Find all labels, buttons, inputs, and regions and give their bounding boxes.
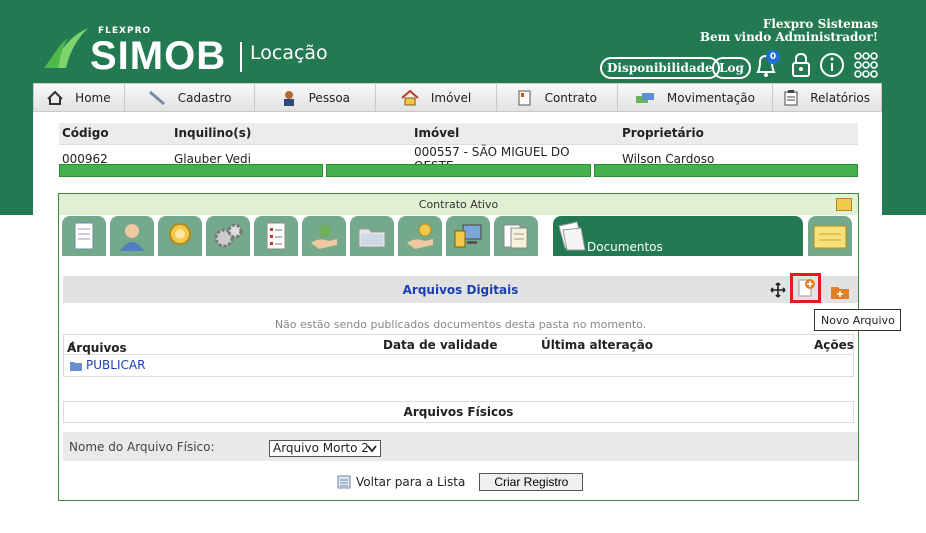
nav-pessoa-label: Pessoa xyxy=(308,90,351,105)
col-inquilino: Inquilino(s) xyxy=(171,123,411,145)
notification-bell-icon[interactable]: 0 xyxy=(752,50,780,80)
digital-files-bar: Arquivos Digitais xyxy=(63,273,858,303)
money-hand-icon xyxy=(311,225,337,249)
gears-icon xyxy=(214,223,243,248)
tab-document[interactable] xyxy=(62,216,106,256)
nav-imovel-label: Imóvel xyxy=(430,90,472,105)
person-icon xyxy=(283,90,294,106)
back-to-list-link[interactable]: Voltar para a Lista xyxy=(356,475,465,489)
digital-files-table: Arquivos ↕ Data de validade Última altera… xyxy=(63,334,854,377)
sort-icon[interactable]: ↕ xyxy=(69,341,77,351)
computer-icon xyxy=(454,224,482,248)
log-button[interactable]: Log xyxy=(712,57,751,79)
money-icon xyxy=(635,92,654,103)
nav-home[interactable]: Home xyxy=(34,84,125,111)
tab-computer[interactable] xyxy=(446,216,490,256)
tab-settings[interactable] xyxy=(206,216,250,256)
nav-imovel[interactable]: Imóvel xyxy=(376,84,497,111)
col-proprietario: Proprietário xyxy=(619,123,858,145)
nav-contrato-label: Contrato xyxy=(544,90,597,105)
logo-swoosh-icon xyxy=(44,28,88,68)
publicar-link[interactable]: PUBLICAR xyxy=(86,358,145,372)
coins-hand-icon xyxy=(407,223,433,249)
nav-movimentacao-label: Movimentação xyxy=(666,90,756,105)
col-imovel: Imóvel xyxy=(411,123,619,145)
progress-segment xyxy=(59,164,324,177)
new-file-button[interactable] xyxy=(790,273,821,303)
physical-file-row: Nome do Arquivo Físico: Arquivo Morto 2 xyxy=(63,432,858,461)
col-alteracao: Última alteração xyxy=(541,338,654,352)
info-icon[interactable] xyxy=(818,50,846,80)
tab-person[interactable] xyxy=(110,216,154,256)
tab-seal[interactable] xyxy=(158,216,202,256)
folder-icon xyxy=(70,362,82,371)
empty-message: Não estão sendo publicados documentos de… xyxy=(274,318,647,331)
move-icon[interactable] xyxy=(770,282,786,298)
col-codigo: Código xyxy=(59,123,171,145)
col-acoes: Ações xyxy=(814,338,854,352)
nav-relatorios[interactable]: Relatórios xyxy=(773,84,881,111)
home-icon xyxy=(47,90,63,105)
house-icon xyxy=(401,89,419,105)
contract-tabs: Documentos xyxy=(62,216,857,256)
table-row[interactable]: PUBLICAR xyxy=(64,355,853,377)
progress-segment xyxy=(593,164,858,177)
pencil-icon xyxy=(148,90,165,105)
documents-active-icon xyxy=(558,221,586,251)
main-navbar: Home Cadastro Pessoa Imóvel Contrato Mov… xyxy=(33,83,882,112)
nav-pessoa[interactable]: Pessoa xyxy=(255,84,377,111)
tab-documentos[interactable]: Documentos xyxy=(553,216,803,256)
contract-status: Contrato Ativo xyxy=(418,198,499,211)
checklist-icon xyxy=(266,222,286,250)
footer-actions: Voltar para a Lista Criar Registro xyxy=(337,473,584,491)
physical-file-label: Nome do Arquivo Físico: xyxy=(69,440,215,454)
app-logo[interactable]: FLEXPRO SIMOB Locação xyxy=(42,24,342,78)
nav-cadastro-label: Cadastro xyxy=(177,90,232,105)
files-table-header: Arquivos ↕ Data de validade Última altera… xyxy=(64,335,854,355)
physical-file-select[interactable]: Arquivo Morto 2 xyxy=(269,440,381,457)
notification-badge: 0 xyxy=(766,50,780,64)
brand-suffix: Locação xyxy=(250,42,328,64)
new-folder-icon[interactable] xyxy=(830,284,850,300)
physical-files-title: Arquivos Físicos xyxy=(63,401,854,423)
physical-file-select-value: Arquivo Morto 2 xyxy=(273,441,369,455)
new-file-icon xyxy=(798,279,815,297)
report-icon xyxy=(784,89,798,105)
tab-documents[interactable] xyxy=(494,216,538,256)
list-icon xyxy=(337,475,351,489)
welcome-text: Bem vindo Administrador! xyxy=(699,30,878,44)
brand-main: SIMOB xyxy=(90,34,227,78)
nav-relatorios-label: Relatórios xyxy=(810,90,871,105)
tab-coins-hand[interactable] xyxy=(398,216,442,256)
tab-documentos-label: Documentos xyxy=(587,240,663,254)
col-validade: Data de validade xyxy=(383,338,498,352)
seal-icon xyxy=(169,223,191,245)
document-icon xyxy=(74,222,94,250)
contract-icon xyxy=(518,90,531,105)
chevron-down-icon xyxy=(367,445,377,453)
tab-folder[interactable] xyxy=(350,216,394,256)
apps-grid-icon[interactable] xyxy=(852,50,880,80)
tab-checklist[interactable] xyxy=(254,216,298,256)
company-info: Flexpro Sistemas Bem vindo Administrador… xyxy=(700,18,878,44)
brand-separator xyxy=(240,42,242,72)
nav-contrato[interactable]: Contrato xyxy=(497,84,618,111)
nav-movimentacao[interactable]: Movimentação xyxy=(618,84,774,111)
nav-home-label: Home xyxy=(75,90,111,105)
digital-files-title: Arquivos Digitais xyxy=(402,283,519,297)
contract-status-bar: Contrato Ativo xyxy=(59,194,858,215)
contract-progress xyxy=(59,164,858,177)
progress-segment xyxy=(326,164,591,177)
documents-icon xyxy=(503,224,528,249)
disponibilidade-button[interactable]: Disponibilidade xyxy=(600,57,720,79)
folder-icon xyxy=(358,228,386,248)
note-icon[interactable] xyxy=(836,198,852,211)
sticky-note-icon xyxy=(813,225,847,249)
person-icon xyxy=(120,224,144,251)
lock-icon[interactable] xyxy=(787,50,815,80)
tab-note[interactable] xyxy=(808,216,852,256)
nav-cadastro[interactable]: Cadastro xyxy=(125,84,256,111)
create-record-button[interactable]: Criar Registro xyxy=(479,473,584,491)
tab-money-hand[interactable] xyxy=(302,216,346,256)
